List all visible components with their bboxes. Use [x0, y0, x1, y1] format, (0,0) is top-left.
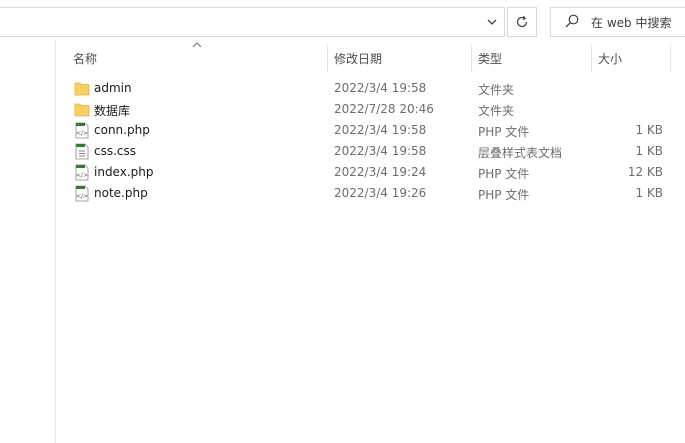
refresh-icon	[516, 15, 528, 28]
css-file-icon	[75, 143, 89, 160]
file-type: PHP 文件	[478, 188, 530, 202]
file-row[interactable]: </> note.php 2022/3/4 19:26 PHP 文件 1 KB	[60, 183, 685, 204]
column-header-size[interactable]: 大小	[598, 50, 622, 67]
sort-up-icon	[192, 42, 202, 48]
file-row[interactable]: admin 2022/3/4 19:58 文件夹	[60, 78, 685, 99]
file-type: 文件夹	[478, 104, 515, 118]
svg-text:</>: </>	[76, 172, 88, 179]
folder-icon	[74, 103, 90, 117]
file-date: 2022/3/4 19:58	[334, 144, 427, 158]
svg-text:</>: </>	[76, 193, 88, 200]
file-row[interactable]: 数据库 2022/7/28 20:46 文件夹	[60, 99, 685, 120]
file-date: 2022/3/4 19:24	[334, 165, 427, 179]
column-header-date[interactable]: 修改日期	[334, 50, 382, 67]
file-size: 12 KB	[627, 165, 663, 179]
file-name: admin	[94, 81, 132, 95]
chevron-down-icon[interactable]	[483, 13, 501, 31]
file-name: index.php	[94, 165, 154, 179]
column-divider[interactable]	[670, 45, 671, 72]
column-divider[interactable]	[327, 45, 328, 72]
file-date: 2022/3/4 19:26	[334, 186, 427, 200]
file-name: 数据库	[94, 104, 131, 118]
file-size: 1 KB	[635, 186, 663, 200]
column-header-name[interactable]: 名称	[73, 50, 97, 67]
php-file-icon: </>	[75, 164, 89, 181]
column-divider[interactable]	[591, 45, 592, 72]
file-type: 文件夹	[478, 83, 515, 97]
file-row[interactable]: </> index.php 2022/3/4 19:24 PHP 文件 12 K…	[60, 162, 685, 183]
file-type: 层叠样式表文档	[478, 146, 563, 160]
file-size: 1 KB	[635, 123, 663, 137]
php-file-icon: </>	[75, 122, 89, 139]
file-type: PHP 文件	[478, 125, 530, 139]
file-name: conn.php	[94, 123, 150, 137]
refresh-button[interactable]	[507, 7, 537, 37]
file-name: css.css	[94, 144, 137, 158]
column-header-type[interactable]: 类型	[478, 50, 502, 67]
navigation-pane-divider	[55, 40, 56, 443]
php-file-icon: </>	[75, 185, 89, 202]
file-row[interactable]: </> conn.php 2022/3/4 19:58 PHP 文件 1 KB	[60, 120, 685, 141]
file-size: 1 KB	[635, 144, 663, 158]
column-divider[interactable]	[471, 45, 472, 72]
address-bar[interactable]	[0, 7, 505, 37]
file-row[interactable]: css.css 2022/3/4 19:58 层叠样式表文档 1 KB	[60, 141, 685, 162]
file-date: 2022/3/4 19:58	[334, 123, 427, 137]
svg-text:</>: </>	[76, 130, 88, 137]
file-type: PHP 文件	[478, 167, 530, 181]
file-date: 2022/3/4 19:58	[334, 81, 427, 95]
search-icon	[565, 14, 579, 28]
search-placeholder: 在 web 中搜索	[591, 16, 672, 30]
file-date: 2022/7/28 20:46	[334, 102, 434, 116]
folder-icon	[74, 82, 90, 96]
file-name: note.php	[94, 186, 148, 200]
